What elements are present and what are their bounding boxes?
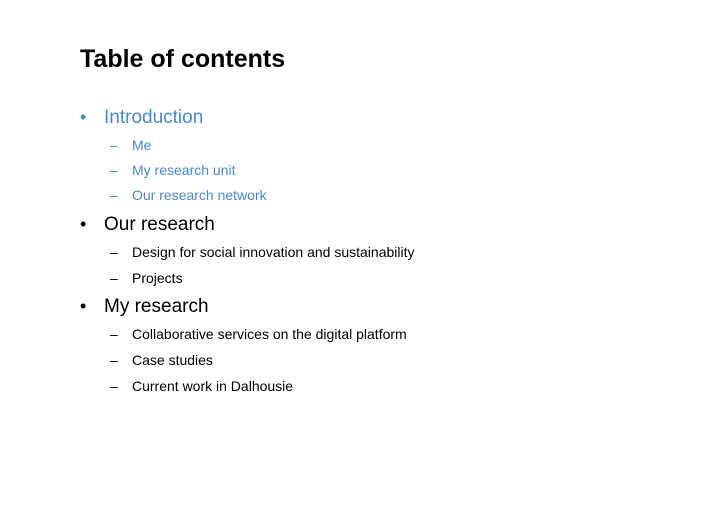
toc-section-introduction: • Introduction – Me – My research unit –… xyxy=(80,102,680,207)
slide-title: Table of contents xyxy=(80,45,286,73)
toc-section-our-research: • Our research – Design for social innov… xyxy=(80,209,680,291)
list-item: – Case studies xyxy=(110,347,680,373)
list-item: – Current work in Dalhousie xyxy=(110,373,680,399)
list-item: – Projects xyxy=(110,265,680,291)
sub-list: – Design for social innovation and susta… xyxy=(80,239,680,291)
dash-icon: – xyxy=(110,326,118,342)
dash-icon: – xyxy=(110,244,118,260)
list-item-label: Case studies xyxy=(132,352,213,368)
toc-section-my-research: • My research – Collaborative services o… xyxy=(80,291,680,399)
bullet-icon: • xyxy=(80,214,87,234)
sub-list: – Collaborative services on the digital … xyxy=(80,321,680,399)
list-item-label: Current work in Dalhousie xyxy=(132,378,294,394)
dash-icon: – xyxy=(110,378,118,394)
section-heading: • Introduction xyxy=(80,102,680,132)
section-label: Introduction xyxy=(104,107,204,128)
list-item-label: Collaborative services on the digital pl… xyxy=(132,326,407,342)
list-item: – My research unit xyxy=(110,157,680,182)
list-item: – Me xyxy=(110,132,680,157)
dash-icon: – xyxy=(110,187,118,203)
table-of-contents: • Introduction – Me – My research unit –… xyxy=(80,102,680,399)
bullet-icon: • xyxy=(80,296,87,316)
slide: Table of contents • Introduction – Me – … xyxy=(0,0,728,514)
sub-list: – Me – My research unit – Our research n… xyxy=(80,132,680,207)
list-item-label: Projects xyxy=(132,270,183,286)
list-item-label: Me xyxy=(132,137,152,153)
list-item-label: Design for social innovation and sustain… xyxy=(132,244,415,260)
section-label: My research xyxy=(104,296,209,317)
list-item-label: My research unit xyxy=(132,162,236,178)
list-item-label: Our research network xyxy=(132,187,267,203)
section-heading: • Our research xyxy=(80,209,680,239)
dash-icon: – xyxy=(110,162,118,178)
dash-icon: – xyxy=(110,352,118,368)
list-item: – Design for social innovation and susta… xyxy=(110,239,680,265)
bullet-icon: • xyxy=(80,107,87,127)
dash-icon: – xyxy=(110,137,118,153)
dash-icon: – xyxy=(110,270,118,286)
section-label: Our research xyxy=(104,214,215,235)
list-item: – Collaborative services on the digital … xyxy=(110,321,680,347)
section-heading: • My research xyxy=(80,291,680,321)
list-item: – Our research network xyxy=(110,182,680,207)
